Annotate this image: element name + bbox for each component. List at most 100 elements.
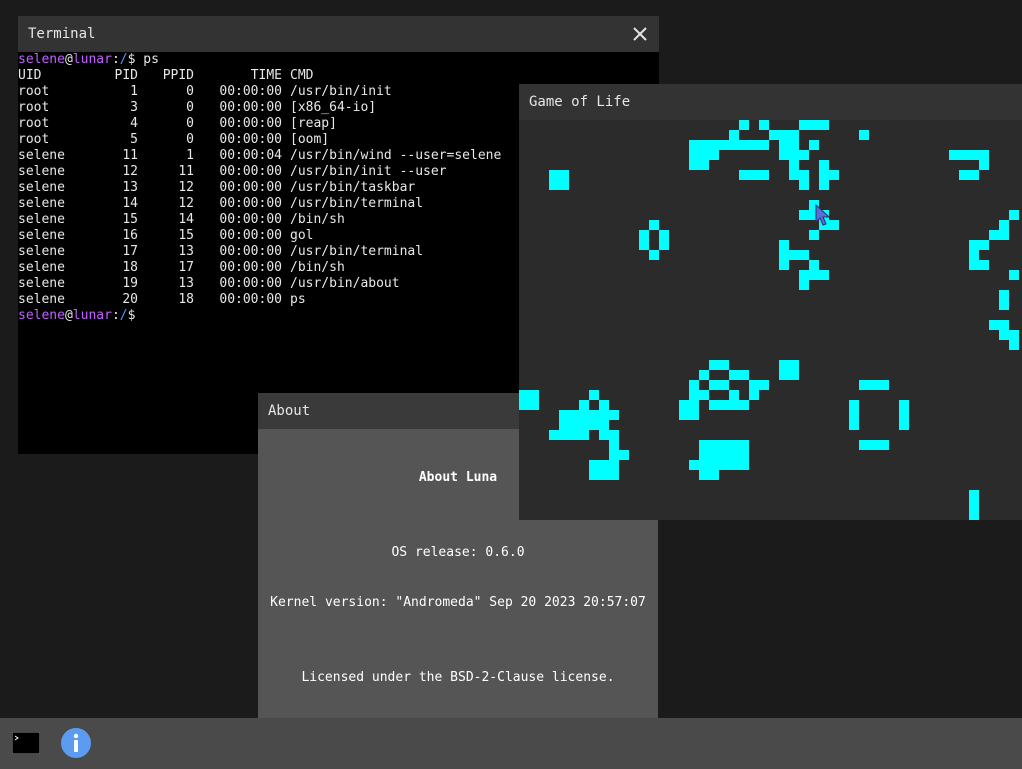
ps-cell-pid: 16 <box>122 228 138 243</box>
close-icon <box>633 27 647 41</box>
ps-cell-ppid: 0 <box>186 100 194 115</box>
gol-cell <box>759 380 769 390</box>
gol-cell <box>819 180 829 190</box>
gol-cell <box>809 120 819 130</box>
gol-cell <box>849 400 859 410</box>
gol-cell <box>969 490 979 500</box>
license-text: Licensed under the BSD-2-Clause license. <box>301 670 615 685</box>
gol-cell <box>819 270 829 280</box>
prompt-dollar: $ <box>127 52 144 67</box>
gol-cell <box>799 210 809 220</box>
prompt-host: lunar <box>72 308 112 323</box>
ps-cell-pid: 13 <box>122 180 138 195</box>
gol-cell <box>759 170 769 180</box>
game-of-life-window[interactable]: Game of Life <box>519 84 1022 520</box>
gol-cell <box>649 250 659 260</box>
ps-cell-ppid: 17 <box>178 260 194 275</box>
ps-cell-cmd: /usr/bin/terminal <box>290 244 424 259</box>
ps-cell-time: 00:00:00 <box>219 132 282 147</box>
gol-cell <box>699 160 709 170</box>
prompt-dollar: $ <box>127 308 144 323</box>
gol-cell <box>969 500 979 510</box>
ps-cell-pid: 1 <box>130 84 138 99</box>
gol-cell <box>589 460 599 470</box>
ps-cell-ppid: 15 <box>178 228 194 243</box>
mouse-cursor-icon <box>815 204 831 226</box>
gol-cell <box>819 120 829 130</box>
gol-cell <box>799 280 809 290</box>
gol-cell <box>729 450 739 460</box>
gol-cell <box>809 230 819 240</box>
gol-cell <box>729 370 739 380</box>
gol-cell <box>559 430 569 440</box>
ps-cell-ppid: 0 <box>186 84 194 99</box>
gol-cell <box>569 430 579 440</box>
gol-cell <box>969 250 979 260</box>
ps-cell-ppid: 11 <box>178 164 194 179</box>
ps-cell-pid: 12 <box>122 164 138 179</box>
taskbar <box>0 718 1022 769</box>
ps-cell-time: 00:00:00 <box>219 276 282 291</box>
ps-cell-uid: selene <box>18 260 65 275</box>
about-title: About <box>268 403 311 419</box>
gol-cell <box>779 260 789 270</box>
gol-cell <box>719 460 729 470</box>
gol-cell <box>989 320 999 330</box>
ps-cell-pid: 20 <box>122 292 138 307</box>
gol-title: Game of Life <box>529 94 631 110</box>
ps-cell-time: 00:00:00 <box>219 180 282 195</box>
ps-cell-uid: selene <box>18 292 65 307</box>
gol-cell <box>689 140 699 150</box>
ps-cell-ppid: 13 <box>178 276 194 291</box>
ps-cell-uid: selene <box>18 228 65 243</box>
ps-cell-ppid: 1 <box>186 148 194 163</box>
header-ppid: PPID <box>162 68 194 83</box>
gol-cell <box>819 170 829 180</box>
terminal-close-button[interactable] <box>631 25 649 43</box>
ps-cell-uid: selene <box>18 276 65 291</box>
gol-titlebar[interactable]: Game of Life <box>519 84 1022 120</box>
gol-cell <box>699 390 709 400</box>
ps-cell-pid: 17 <box>122 244 138 259</box>
gol-cell <box>1009 330 1019 340</box>
gol-cell <box>849 410 859 420</box>
kernel-version: Kernel version: "Andromeda" Sep 20 2023 … <box>270 595 646 610</box>
gol-cell <box>749 140 759 150</box>
gol-cell <box>849 420 859 430</box>
gol-cell <box>599 460 609 470</box>
gol-cell <box>779 360 789 370</box>
gol-cell <box>769 130 779 140</box>
terminal-titlebar[interactable]: Terminal <box>18 16 659 52</box>
gol-cell <box>759 120 769 130</box>
gol-cell <box>859 380 869 390</box>
prompt-line: selene@lunar:/$ ps <box>18 52 659 68</box>
ps-cell-uid: selene <box>18 196 65 211</box>
ps-cell-uid: selene <box>18 244 65 259</box>
gol-cell <box>799 150 809 160</box>
gol-cell <box>999 330 1009 340</box>
gol-cell <box>999 220 1009 230</box>
gol-cell <box>599 400 609 410</box>
ps-cell-cmd: /bin/sh <box>290 260 345 275</box>
ps-cell-time: 00:00:00 <box>219 244 282 259</box>
ps-cell-time: 00:00:00 <box>219 260 282 275</box>
gol-cell <box>559 180 569 190</box>
prompt-at: @ <box>64 308 73 323</box>
gol-cell <box>589 420 599 430</box>
gol-cell <box>609 440 619 450</box>
gol-cell <box>559 410 569 420</box>
ps-cell-cmd: /usr/bin/wind --user=selene <box>290 148 502 163</box>
taskbar-terminal-button[interactable] <box>11 731 41 758</box>
gol-cell <box>809 270 819 280</box>
gol-cell <box>1009 340 1019 350</box>
gol-cell <box>659 240 669 250</box>
ps-cell-ppid: 18 <box>178 292 194 307</box>
gol-cell <box>699 460 709 470</box>
gol-cell <box>709 450 719 460</box>
gol-grid[interactable] <box>519 120 1022 520</box>
ps-cell-cmd: /bin/sh <box>290 212 345 227</box>
gol-cell <box>789 150 799 160</box>
gol-cell <box>969 170 979 180</box>
ps-cell-time: 00:00:04 <box>219 148 282 163</box>
taskbar-about-button[interactable] <box>60 727 92 763</box>
